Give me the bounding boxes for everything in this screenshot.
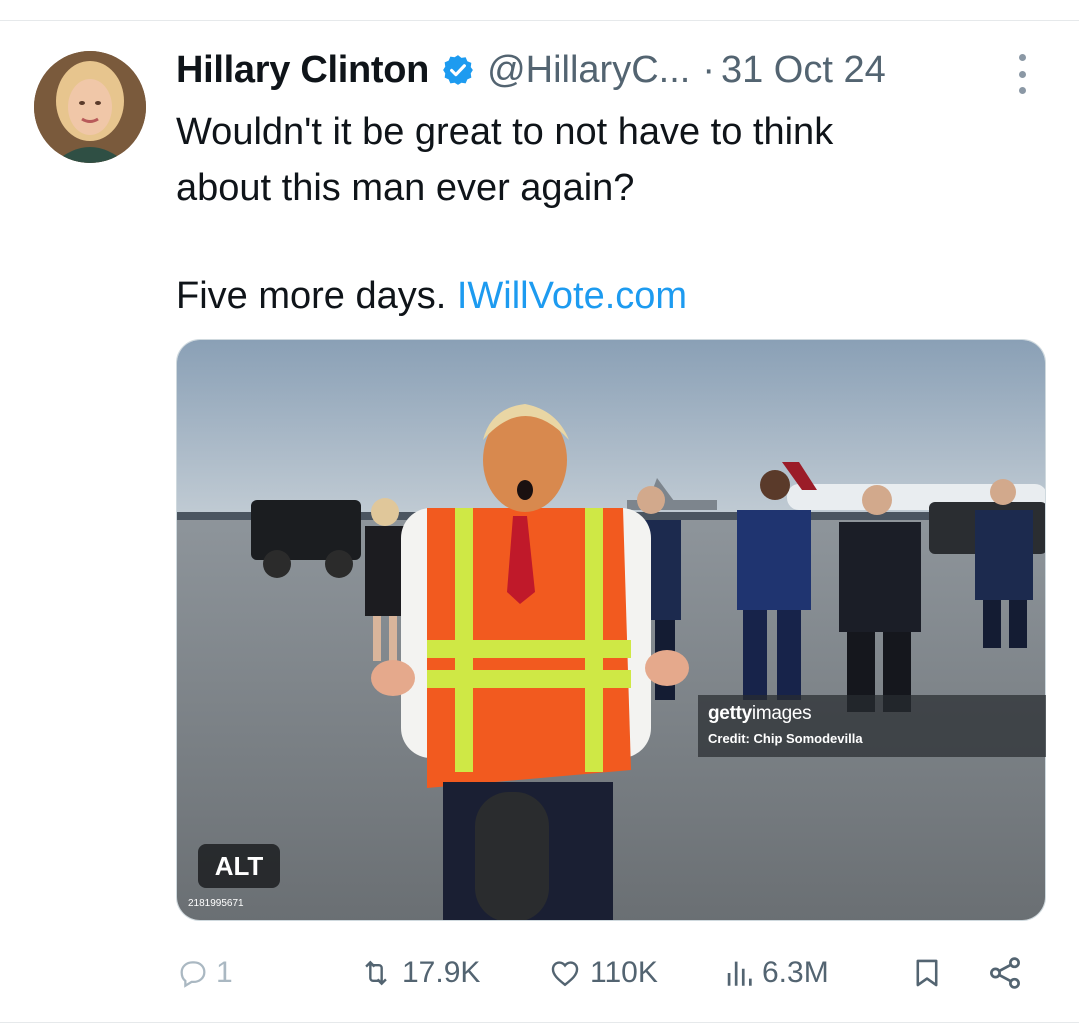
like-button[interactable]: 110K [546,948,658,998]
like-count: 110K [590,956,658,989]
views-icon [727,961,752,986]
retweet-button[interactable]: 17.9K [356,948,480,998]
tweet-text-line: Five more days. [176,275,447,317]
more-dot [1018,87,1026,94]
reply-icon [180,961,206,988]
bottom-divider [0,1022,1079,1023]
reply-count: 1 [216,956,233,989]
separator-dot: · [702,48,715,91]
tweet-text-line: Wouldn't it be great to not have to thin… [176,111,834,153]
like-icon [551,961,579,987]
retweet-count: 17.9K [402,956,481,989]
top-divider [0,20,1079,21]
author-handle[interactable]: @HillaryC... [487,49,690,92]
tweet-text-line: about this man ever again? [176,167,635,209]
more-dot [1018,70,1026,78]
getty-watermark: gettyimages Credit: Chip Somodevilla [698,695,1046,757]
tweet-photo[interactable] [176,339,1046,921]
author-name[interactable]: Hillary Clinton [176,49,429,92]
tweet-text-line-final: Five more days. IWillVote.com [176,268,687,324]
more-options-icon[interactable] [1012,54,1032,94]
tweet-actions-bar: 1 17.9K 110K 6.3M [176,948,1036,998]
share-button[interactable] [986,948,1030,998]
bookmark-icon [916,959,938,987]
verified-badge-icon [443,55,473,85]
reply-button[interactable]: 1 [176,948,233,998]
bookmark-button[interactable] [910,948,950,998]
view-count: 6.3M [762,956,829,989]
tweet-header: Hillary Clinton @HillaryC... · 31 Oct 24 [176,44,1036,96]
tweet-link[interactable]: IWillVote.com [457,275,687,317]
retweet-icon [365,960,387,986]
getty-brand: gettyimages [708,703,812,724]
views-button[interactable]: 6.3M [722,948,829,998]
tweet-date[interactable]: 31 Oct 24 [721,49,886,92]
getty-credit: Credit: Chip Somodevilla [708,731,863,746]
more-dot [1018,54,1026,61]
tweet-text: Wouldn't it be great to not have to thin… [176,104,1026,216]
avatar[interactable] [34,51,146,163]
image-id-label: 2181995671 [188,898,244,909]
alt-text-button[interactable]: ALT [198,844,280,888]
share-icon [990,957,1020,989]
